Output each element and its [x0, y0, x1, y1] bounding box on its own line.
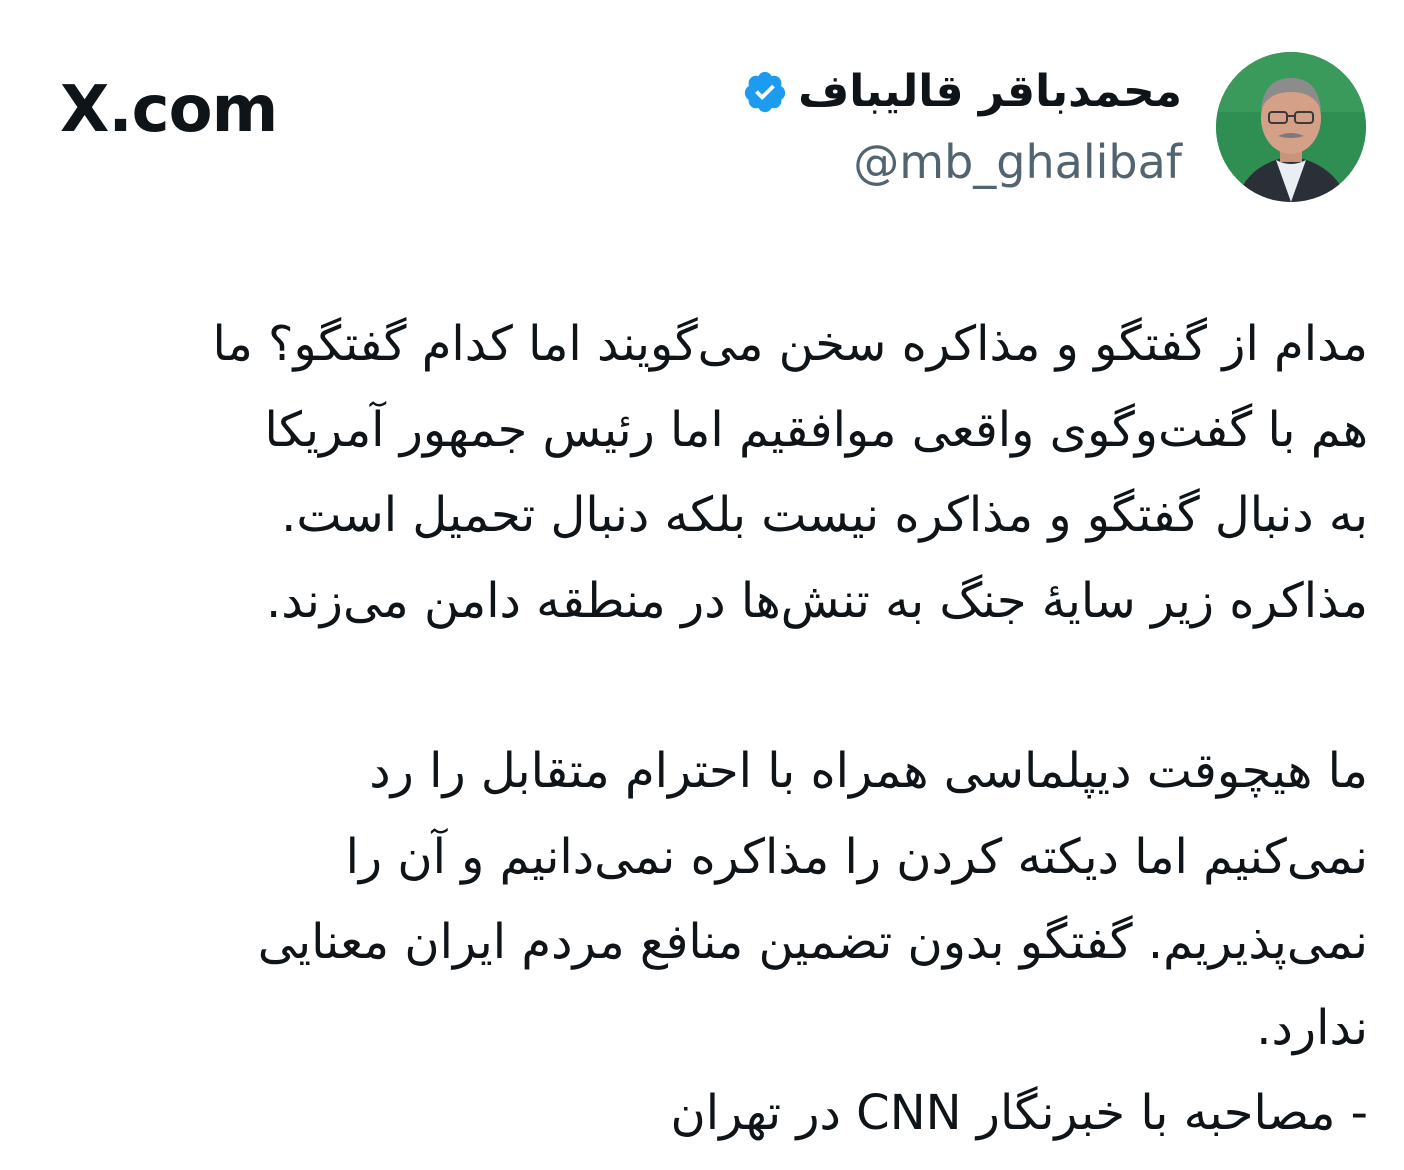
- verified-badge-icon: [742, 69, 788, 115]
- display-name-text: محمدباقر قالیباف: [798, 66, 1182, 117]
- tweet-card: محمدباقر قالیباف @mb_ghalibaf X.com مدام…: [0, 0, 1404, 1170]
- tweet-line: به دنبال گفتگو و مذاکره نیست بلکه دنبال …: [281, 487, 1368, 543]
- tweet-line: مدام از گفتگو و مذاکره سخن می‌گویند اما …: [212, 316, 1368, 372]
- tweet-line: ندارد.: [1256, 999, 1368, 1056]
- display-name[interactable]: محمدباقر قالیباف: [742, 62, 1182, 122]
- tweet-paragraph-2: ما هیچوقت دیپلماسی همراه با احترام متقاب…: [48, 729, 1368, 1157]
- tweet-line: نمی‌کنیم اما دیکته کردن را مذاکره نمی‌دا…: [345, 828, 1368, 885]
- tweet-line: ما هیچوقت دیپلماسی همراه با احترام متقاب…: [369, 743, 1368, 799]
- tweet-line: هم با گفت‌وگوی واقعی موافقیم اما رئیس جم…: [264, 401, 1368, 458]
- tweet-line: نمی‌پذیریم. گفتگو بدون تضمین منافع مردم …: [257, 914, 1368, 970]
- tweet-paragraph-1: مدام از گفتگو و مذاکره سخن می‌گویند اما …: [48, 302, 1368, 644]
- avatar[interactable]: [1216, 52, 1366, 202]
- avatar-image: [1216, 52, 1366, 202]
- tweet-text: مدام از گفتگو و مذاکره سخن می‌گویند اما …: [48, 302, 1368, 1157]
- tweet-line: - مصاحبه با خبرنگار CNN در تهران: [670, 1085, 1368, 1141]
- user-handle[interactable]: @mb_ghalibaf: [853, 132, 1182, 192]
- site-logo: X.com: [60, 73, 278, 147]
- tweet-line: مذاکره زیر سایهٔ جنگ به تنش‌ها در منطقه …: [265, 572, 1368, 629]
